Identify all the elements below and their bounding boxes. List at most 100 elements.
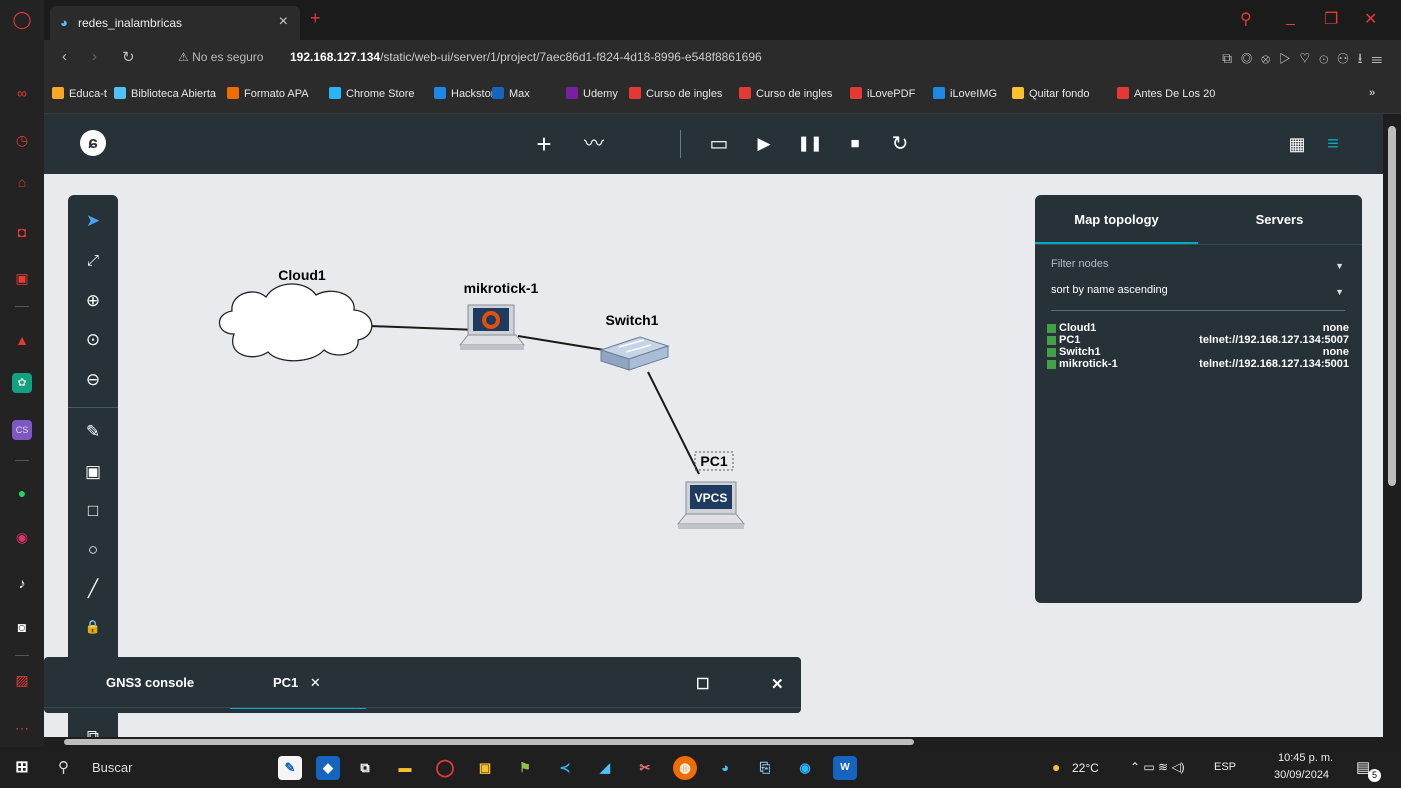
aria-icon[interactable]: ∞ — [12, 83, 32, 103]
console-all-icon[interactable]: ▭ — [706, 132, 732, 156]
node-cloud1[interactable]: Cloud1 — [218, 267, 373, 362]
reset-zoom-icon[interactable]: ⊙ — [81, 328, 105, 352]
topology-canvas[interactable]: Cloud1 mikrotick-1 Switch1 PC1 VPCS ➤ ⤢ … — [44, 174, 1383, 737]
bookmark-item[interactable]: iLovePDF — [850, 87, 915, 100]
speed-dial-icon[interactable]: ◷ — [12, 130, 32, 150]
node-pc1[interactable]: PC1 VPCS — [676, 451, 746, 529]
opera-taskbar-icon[interactable]: ◯ — [433, 756, 457, 780]
pinned-app-icon[interactable]: ◢ — [593, 756, 617, 780]
gaming-icon[interactable]: ▣ — [12, 268, 32, 288]
topology-summary-icon[interactable]: ≡ — [1320, 132, 1346, 156]
instagram-icon[interactable]: ◉ — [12, 527, 32, 547]
tiktok-icon[interactable]: ♪ — [12, 573, 32, 593]
pinned-app-icon[interactable]: ✎ — [278, 756, 302, 780]
terminal-icon[interactable]: ⧉ — [81, 725, 105, 737]
task-view-icon[interactable]: ⧉ — [353, 756, 377, 780]
node-list-item[interactable]: mikrotick-1 telnet://192.168.127.134:5001 — [1047, 358, 1349, 370]
sort-select[interactable]: sort by name ascending — [1051, 284, 1168, 296]
bookmark-item[interactable]: Chrome Store — [329, 87, 414, 100]
new-tab-button[interactable]: + — [310, 8, 321, 29]
vscode-icon[interactable]: ≺ — [553, 756, 577, 780]
zoom-out-icon[interactable]: ⊖ — [81, 368, 105, 392]
clock-time[interactable]: 10:45 p. m. — [1278, 752, 1333, 764]
bookmark-item[interactable]: Curso de ingles — [629, 87, 722, 100]
adobe-icon[interactable]: ▲ — [12, 330, 32, 350]
restore-icon[interactable]: ❐ — [1324, 9, 1338, 29]
clock-date[interactable]: 30/09/2024 — [1274, 769, 1329, 781]
tray-icons[interactable]: ⌃ ▭ ≋ ◁) — [1130, 760, 1185, 774]
bookmark-item[interactable]: Antes De Los 20 — [1117, 87, 1215, 100]
more-icon[interactable]: ⋯ — [12, 718, 32, 738]
search-tabs-icon[interactable]: ⚲ — [1240, 9, 1252, 29]
language-indicator[interactable]: ESP — [1214, 761, 1236, 773]
pinned-app-icon[interactable]: ◉ — [793, 756, 817, 780]
select-tool-icon[interactable]: ➤ — [81, 209, 105, 233]
fit-view-icon[interactable]: ⤢ — [81, 249, 105, 273]
insert-image-icon[interactable]: ▣ — [81, 460, 105, 484]
bookmark-item[interactable]: Udemy — [566, 87, 618, 100]
node-list-item[interactable]: Cloud1 none — [1047, 322, 1349, 334]
pinned-app-icon[interactable]: ◍ — [673, 756, 697, 780]
tab-servers[interactable]: Servers — [1198, 195, 1361, 245]
url-field[interactable]: 192.168.127.134/static/web-ui/server/1/p… — [290, 50, 762, 64]
sort-dropdown-icon[interactable]: ▼ — [1335, 287, 1344, 297]
zoom-in-icon[interactable]: ⊕ — [81, 289, 105, 313]
node-switch1[interactable]: Switch1 — [599, 312, 670, 371]
bookmark-item[interactable]: Curso de ingles — [739, 87, 832, 100]
node-mikrotick-1[interactable]: mikrotick-1 — [458, 280, 539, 350]
reload-all-icon[interactable]: ↻ — [887, 132, 913, 156]
discord-icon[interactable]: ◙ — [12, 617, 32, 637]
stop-all-icon[interactable]: ■ — [842, 132, 868, 156]
minimize-icon[interactable]: _ — [1286, 9, 1295, 27]
grid-view-icon[interactable]: ▦ — [1284, 132, 1310, 156]
node-list-item[interactable]: PC1 telnet://192.168.127.134:5007 — [1047, 334, 1349, 346]
close-console-icon[interactable]: ✕ — [771, 675, 784, 693]
node-list-item[interactable]: Switch1 none — [1047, 346, 1349, 358]
tab-gns3-console[interactable]: GNS3 console — [106, 675, 194, 690]
back-icon[interactable]: ‹ — [62, 48, 67, 65]
bookmark-item[interactable]: Educa-t — [52, 87, 107, 100]
close-window-icon[interactable]: ✕ — [1364, 9, 1377, 29]
tab-map-topology[interactable]: Map topology — [1035, 195, 1198, 245]
bookmark-item[interactable]: Max — [492, 87, 530, 100]
draw-ellipse-icon[interactable]: ○ — [81, 538, 105, 562]
pinned-app-icon[interactable]: ▣ — [473, 756, 497, 780]
opera-logo-icon[interactable]: ◯ — [12, 10, 32, 30]
capture-icon[interactable]: 〰 — [581, 132, 607, 156]
bookmark-item[interactable]: Quitar fondo — [1012, 87, 1090, 100]
draw-rectangle-icon[interactable]: □ — [81, 499, 105, 523]
gallery-icon[interactable]: ▨ — [12, 670, 32, 690]
pinned-app-icon[interactable]: ✂ — [633, 756, 657, 780]
link-cloud1-mikrotick[interactable] — [369, 325, 479, 331]
vertical-scrollbar[interactable] — [1383, 114, 1401, 737]
bookmarks-overflow-icon[interactable]: » — [1369, 87, 1375, 99]
weather-temp[interactable]: 22°C — [1072, 761, 1099, 775]
filter-nodes-field[interactable]: Filter nodes — [1051, 258, 1108, 270]
draw-pencil-icon[interactable]: ✎ — [81, 420, 105, 444]
link-switch1-pc1[interactable] — [647, 371, 700, 475]
horizontal-scrollbar[interactable] — [44, 737, 1401, 747]
address-bar-icons[interactable]: ⧉◎⊗▷♡⊙⚇⭳☰ — [1222, 48, 1391, 72]
browser-tab[interactable]: ◕ redes_inalambricas × — [50, 6, 300, 40]
pinned-app-icon[interactable]: ⎘ — [753, 756, 777, 780]
bookmark-item[interactable]: Hackstore — [434, 87, 501, 100]
forward-icon[interactable]: › — [92, 48, 97, 65]
draw-line-icon[interactable]: ╱ — [81, 577, 105, 601]
add-node-icon[interactable]: + — [531, 131, 557, 157]
bookmark-item[interactable]: Biblioteca Abierta — [114, 87, 216, 100]
twitch-icon[interactable]: ◘ — [12, 222, 32, 242]
bookmark-item[interactable]: iLoveIMG — [933, 87, 997, 100]
weather-icon[interactable]: ● — [1052, 759, 1060, 775]
maximize-console-icon[interactable]: ☐ — [696, 675, 709, 693]
pinned-app-icon[interactable]: ⚑ — [513, 756, 537, 780]
tab-close-icon[interactable]: × — [279, 13, 288, 31]
gns3-taskbar-icon[interactable]: ◕ — [713, 756, 737, 780]
chatgpt-icon[interactable]: ✿ — [12, 373, 32, 393]
reload-page-icon[interactable]: ↻ — [122, 48, 135, 66]
gns3-logo-icon[interactable]: ɕ — [80, 130, 106, 156]
start-all-icon[interactable]: ▶ — [751, 132, 777, 156]
bookmark-item[interactable]: Formato APA — [227, 87, 309, 100]
taskbar-search[interactable]: ⚲ Buscar — [48, 747, 258, 788]
pause-all-icon[interactable]: ❚❚ — [797, 132, 823, 156]
codesignal-icon[interactable]: CS — [12, 420, 32, 440]
